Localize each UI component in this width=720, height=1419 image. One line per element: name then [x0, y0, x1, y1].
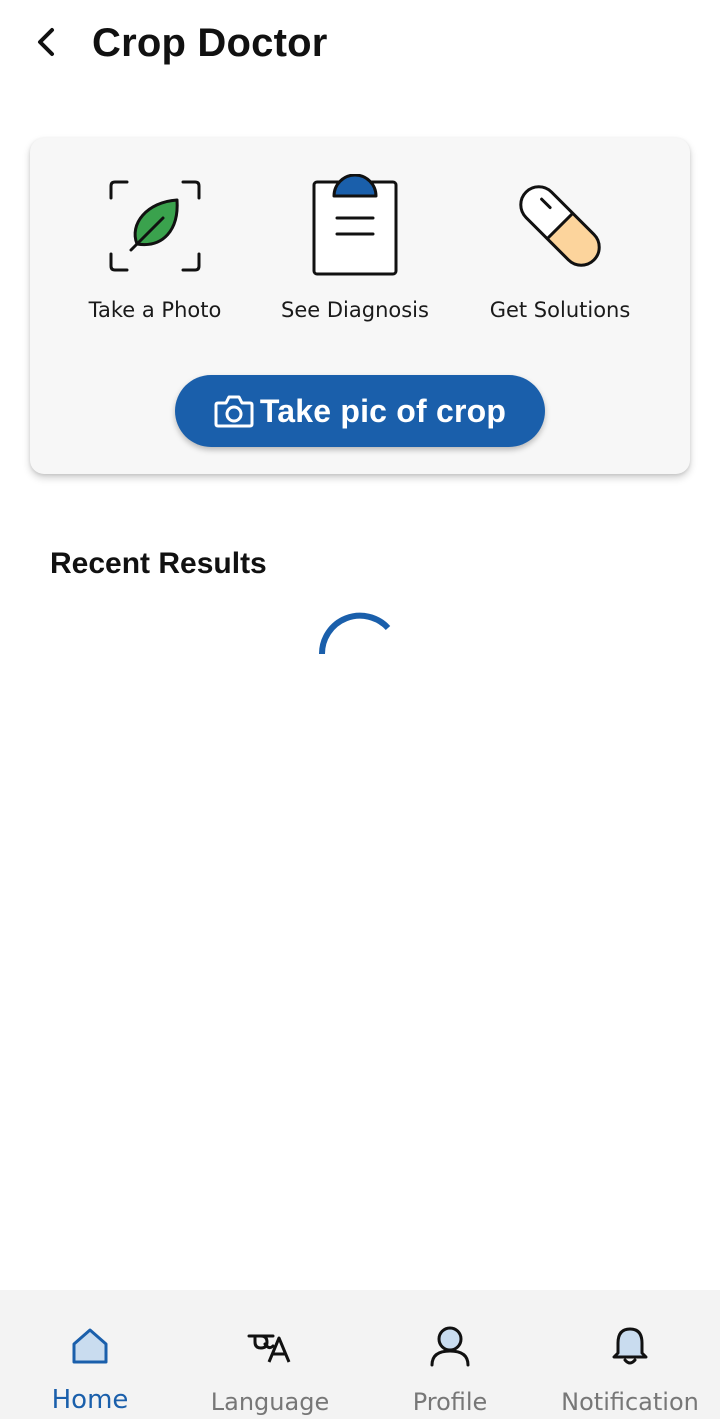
- back-button[interactable]: [26, 22, 66, 62]
- recent-results-title: Recent Results: [50, 547, 267, 580]
- nav-home[interactable]: Home: [0, 1290, 180, 1419]
- bottom-navigation: Home Language Profile Notification: [0, 1290, 720, 1419]
- app-bar: Crop Doctor: [0, 0, 720, 90]
- bell-icon: [612, 1327, 648, 1365]
- page-title: Crop Doctor: [92, 21, 328, 65]
- take-pic-label: Take pic of crop: [259, 392, 507, 429]
- camera-icon: [214, 395, 254, 428]
- nav-label: Profile: [412, 1388, 488, 1416]
- step-label: See Diagnosis: [281, 298, 429, 322]
- step-take-photo: Take a Photo: [55, 174, 255, 322]
- nav-profile[interactable]: Profile: [360, 1290, 540, 1419]
- nav-label: Home: [51, 1385, 129, 1415]
- translate-icon: [247, 1334, 291, 1363]
- nav-label: Language: [210, 1388, 330, 1416]
- nav-language[interactable]: Language: [180, 1290, 360, 1419]
- leaf-scan-icon: [109, 180, 201, 272]
- chevron-left-icon: [38, 28, 54, 56]
- step-get-solutions: Get Solutions: [460, 174, 660, 322]
- user-icon: [430, 1326, 470, 1367]
- nav-label: Notification: [561, 1388, 699, 1416]
- home-icon: [72, 1328, 108, 1364]
- step-see-diagnosis: See Diagnosis: [255, 174, 455, 322]
- take-pic-button[interactable]: Take pic of crop: [175, 375, 545, 447]
- step-label: Get Solutions: [489, 298, 631, 322]
- nav-notification[interactable]: Notification: [540, 1290, 720, 1419]
- how-it-works-card: Take a Photo See Diagnosis Get Solutions…: [30, 138, 690, 474]
- step-label: Take a Photo: [88, 298, 222, 322]
- clipboard-icon: [312, 174, 398, 276]
- loading-spinner-icon: [318, 612, 391, 655]
- pill-icon: [519, 185, 601, 267]
